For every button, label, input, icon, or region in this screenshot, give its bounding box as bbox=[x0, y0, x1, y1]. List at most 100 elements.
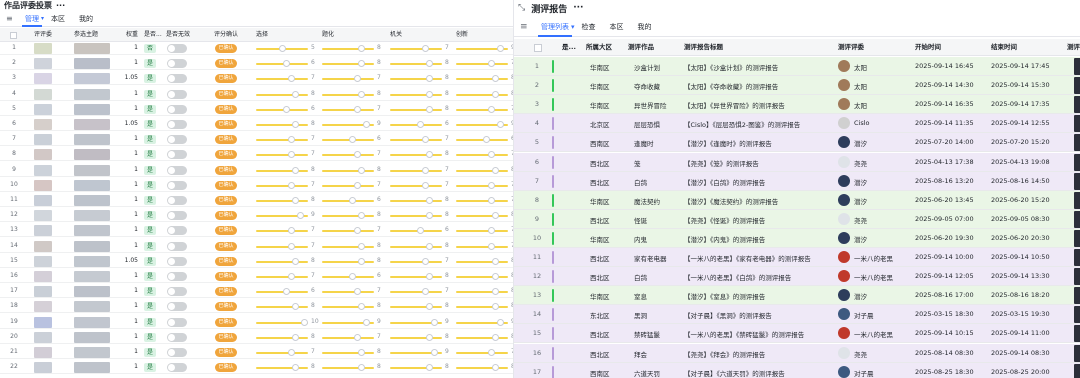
score-slider-handle[interactable] bbox=[353, 75, 361, 83]
score-slider-handle[interactable] bbox=[487, 60, 495, 68]
menu-icon[interactable]: ≡ bbox=[6, 14, 18, 23]
evaluation-thumbnail[interactable] bbox=[1074, 58, 1080, 75]
score-slider-handle[interactable] bbox=[353, 151, 361, 159]
invalid-toggle[interactable] bbox=[167, 226, 187, 236]
score-slider-handle[interactable] bbox=[496, 318, 504, 326]
score-slider-track[interactable] bbox=[456, 245, 508, 248]
score-slider-handle[interactable] bbox=[292, 166, 299, 174]
score-slider-handle[interactable] bbox=[417, 121, 424, 128]
table-row[interactable]: 1 1 否已确认 5 8 7 9 bbox=[0, 42, 513, 55]
score-slider-track[interactable] bbox=[456, 200, 508, 202]
evaluation-thumbnail[interactable] bbox=[1074, 249, 1080, 266]
invalid-toggle[interactable] bbox=[167, 196, 187, 205]
confirm-badge[interactable]: 已确认 bbox=[215, 256, 237, 266]
confirm-badge[interactable]: 已确认 bbox=[215, 104, 237, 114]
score-slider-handle[interactable] bbox=[287, 151, 295, 159]
score-slider-handle[interactable] bbox=[292, 303, 299, 311]
report-title-cell[interactable]: 【潜汐】《魔法契约》的测评报告 bbox=[684, 196, 778, 206]
score-slider-handle[interactable] bbox=[492, 303, 499, 311]
confirm-badge[interactable]: 已确认 bbox=[215, 165, 237, 175]
score-slider-track[interactable] bbox=[390, 260, 442, 263]
table-row[interactable]: 3 华南区 异世界冒险 【太阳】《异世界冒险》的测评报告 太阳 2025-09-14 16… bbox=[514, 95, 1080, 115]
score-slider-handle[interactable] bbox=[283, 60, 290, 68]
report-title-cell[interactable]: 【一米八的老黑】《白鸽》的测评报告 bbox=[684, 272, 791, 282]
confirm-badge[interactable]: 已确认 bbox=[215, 226, 237, 236]
score-slider-handle[interactable] bbox=[296, 212, 304, 220]
score-slider-handle[interactable] bbox=[426, 303, 433, 311]
header-confirm[interactable]: 评分确认 bbox=[214, 28, 238, 42]
score-slider-track[interactable] bbox=[256, 245, 308, 248]
score-slider-handle[interactable] bbox=[358, 242, 365, 250]
score-slider-handle[interactable] bbox=[487, 181, 495, 189]
score-slider-track[interactable] bbox=[256, 124, 308, 126]
table-row[interactable]: 17 1 是已确认 6 7 7 8 bbox=[0, 285, 513, 299]
score-slider-handle[interactable] bbox=[287, 181, 295, 189]
table-row[interactable]: 15 西北区 禁砖猛鬣 【一米八的老黑】《禁砖猛鬣》的测评报告 一米八的老黑 2025-0… bbox=[514, 324, 1080, 344]
score-slider-track[interactable] bbox=[456, 230, 508, 233]
table-row[interactable]: 9 1 是已确认 8 8 7 8 bbox=[0, 164, 513, 177]
header-status[interactable]: 是... bbox=[562, 39, 576, 56]
score-slider-handle[interactable] bbox=[287, 75, 295, 83]
score-slider-handle[interactable] bbox=[492, 166, 499, 174]
header-judge[interactable]: 评评委 bbox=[34, 28, 52, 42]
evaluation-thumbnail[interactable] bbox=[1074, 287, 1080, 305]
score-slider-handle[interactable] bbox=[492, 90, 499, 98]
table-row[interactable]: 1 华南区 沙盒计划 【太阳】《沙盒计划》的测评报告 太阳 2025-09-14 16:4… bbox=[514, 57, 1080, 76]
score-slider-handle[interactable] bbox=[287, 242, 295, 250]
report-title-cell[interactable]: 【太阳】《夺命收藏》的测评报告 bbox=[684, 81, 778, 91]
tab-manage[interactable]: 管理 bbox=[18, 11, 46, 27]
score-slider-track[interactable] bbox=[256, 78, 308, 81]
score-slider-track[interactable] bbox=[256, 63, 308, 66]
score-slider-handle[interactable] bbox=[426, 212, 433, 220]
table-row[interactable]: 11 西北区 家有老电器 【一米八的老黑】《家有老电器》的测评报告 一米八的老黑 2025… bbox=[514, 248, 1080, 267]
score-slider-track[interactable] bbox=[456, 291, 508, 294]
evaluation-thumbnail[interactable] bbox=[1074, 229, 1080, 247]
table-row[interactable]: 17 西南区 六道天罚 【对子晨】《六道天罚》的测评报告 对子晨 2025-08-25 1… bbox=[514, 362, 1080, 378]
score-slider-track[interactable] bbox=[256, 291, 308, 294]
table-row[interactable]: 16 西北区 拜会 【尧尧】《拜会》的测评报告 尧尧 2025-08-14 08:30 20… bbox=[514, 343, 1080, 363]
score-slider-handle[interactable] bbox=[487, 105, 495, 113]
score-slider-handle[interactable] bbox=[353, 105, 361, 113]
table-row[interactable]: 20 1 是已确认 8 7 8 8 bbox=[0, 331, 513, 344]
score-slider-handle[interactable] bbox=[358, 45, 365, 52]
score-slider-handle[interactable] bbox=[301, 318, 308, 326]
score-slider-handle[interactable] bbox=[496, 45, 504, 52]
score-slider-handle[interactable] bbox=[358, 303, 365, 311]
score-slider-track[interactable] bbox=[322, 291, 374, 294]
report-title-cell[interactable]: 【尧尧】《笼》的测评报告 bbox=[684, 158, 759, 168]
confirm-badge[interactable]: 已确认 bbox=[215, 332, 237, 342]
report-title-cell[interactable]: 【Cislo】《层层恐惧2-图鉴》的测评报告 bbox=[684, 119, 800, 129]
score-slider-track[interactable] bbox=[256, 200, 308, 202]
confirm-badge[interactable]: 已确认 bbox=[215, 135, 237, 145]
score-slider-handle[interactable] bbox=[430, 318, 438, 326]
score-slider-track[interactable] bbox=[390, 124, 442, 126]
invalid-toggle[interactable] bbox=[167, 135, 187, 145]
score-slider-track[interactable] bbox=[390, 78, 442, 81]
score-slider-track[interactable] bbox=[256, 108, 308, 111]
table-row[interactable]: 2 华南区 夺命收藏 【太阳】《夺命收藏》的测评报告 太阳 2025-09-14 14:3… bbox=[514, 76, 1080, 96]
score-slider-handle[interactable] bbox=[362, 318, 370, 326]
score-slider-track[interactable] bbox=[390, 276, 442, 278]
header-eval[interactable]: 测评 bbox=[1067, 39, 1080, 56]
score-slider-track[interactable] bbox=[456, 260, 508, 263]
score-slider-track[interactable] bbox=[390, 367, 442, 370]
invalid-toggle[interactable] bbox=[167, 241, 187, 251]
evaluation-thumbnail[interactable] bbox=[1074, 77, 1080, 95]
table-row[interactable]: 18 1 是已确认 8 8 8 8 bbox=[0, 300, 513, 314]
score-slider-track[interactable] bbox=[322, 200, 374, 202]
score-slider-handle[interactable] bbox=[426, 273, 433, 280]
header-mechanism[interactable]: 机关 bbox=[390, 28, 402, 42]
report-title-cell[interactable]: 【尧尧】《拜会》的测评报告 bbox=[684, 349, 765, 359]
score-slider-handle[interactable] bbox=[358, 257, 365, 265]
score-slider-track[interactable] bbox=[456, 215, 508, 218]
score-slider-handle[interactable] bbox=[417, 227, 424, 235]
tab-region[interactable]: 本区 bbox=[603, 18, 631, 37]
table-row[interactable]: 10 1 是已确认 7 7 7 7 bbox=[0, 179, 513, 192]
header-end-time[interactable]: 结束时间 bbox=[991, 39, 1017, 56]
header-work[interactable]: 测评作品 bbox=[628, 39, 654, 56]
score-slider-track[interactable] bbox=[390, 154, 442, 157]
score-slider-handle[interactable] bbox=[426, 197, 433, 204]
select-all-checkbox[interactable] bbox=[10, 32, 17, 39]
score-slider-handle[interactable] bbox=[358, 349, 365, 356]
score-slider-handle[interactable] bbox=[358, 212, 365, 220]
